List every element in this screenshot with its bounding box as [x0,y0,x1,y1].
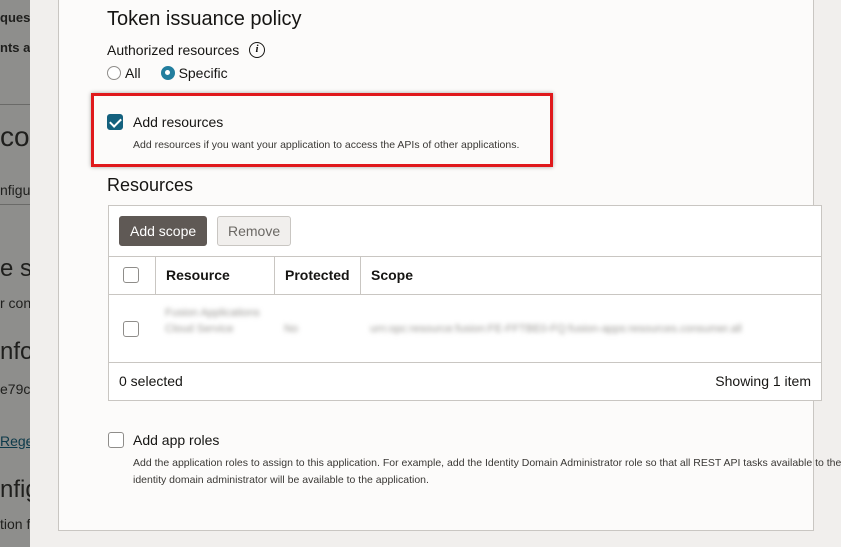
section-title: Token issuance policy [107,8,302,30]
add-resources-help-text: Add resources if you want your applicati… [133,139,520,151]
divider [0,204,30,205]
column-header-resource[interactable]: Resource [155,257,275,294]
resource-cell: Fusion Applications Cloud Service [165,307,260,335]
add-app-roles-label: Add app roles [133,432,220,448]
radio-all-option[interactable]: All [107,65,141,81]
bg-fragment: nfigu [0,182,31,198]
authorized-resources-radio-group: All Specific [107,65,248,81]
bg-fragment: r con [0,295,32,311]
radio-all[interactable] [107,66,121,80]
select-all-cell [109,257,155,294]
divider [0,104,30,105]
resources-table: Add scope Remove Resource Protected Scop… [108,205,822,401]
showing-count: Showing 1 item [715,373,811,389]
add-app-roles-checkbox[interactable] [108,432,124,448]
authorized-resources-label: Authorized resources [107,42,240,58]
radio-all-label: All [125,65,141,81]
bg-fragment: nfo [0,338,34,365]
policy-card: Token issuance policy Authorized resourc… [58,0,841,531]
selected-count: 0 selected [119,373,183,389]
column-header-scope[interactable]: Scope [360,257,821,294]
bg-link: Rege [0,433,34,449]
add-resources-checkbox[interactable] [107,114,123,130]
select-all-checkbox[interactable] [123,267,139,283]
radio-specific-label: Specific [178,65,228,81]
protected-cell: No [284,323,299,335]
resources-title: Resources [107,175,194,195]
bg-fragment: e79c [0,381,31,397]
radio-specific[interactable] [160,66,175,80]
bg-fragment: tion f [0,516,31,532]
add-scope-button[interactable]: Add scope [119,216,208,246]
drawer-panel: Token issuance policy Authorized resourc… [30,0,841,547]
column-header-protected[interactable]: Protected [274,257,360,294]
row-checkbox[interactable] [123,321,139,337]
radio-specific-option[interactable]: Specific [160,65,228,81]
bg-fragment: ques [0,10,31,25]
info-icon[interactable]: i [249,42,265,58]
table-row[interactable]: Fusion Applications Cloud Service No urn… [109,295,821,363]
scope-cell: urn:opc:resource:fusion:FE-FFTBE0-FQ:fus… [370,323,742,335]
highlight-annotation [91,93,553,167]
table-header: Resource Protected Scope [109,256,821,295]
bg-fragment: nts a [0,40,31,55]
remove-button[interactable]: Remove [217,216,292,246]
add-app-roles-help-text: Add the application roles to assign to t… [133,457,841,486]
add-resources-label: Add resources [133,114,224,130]
